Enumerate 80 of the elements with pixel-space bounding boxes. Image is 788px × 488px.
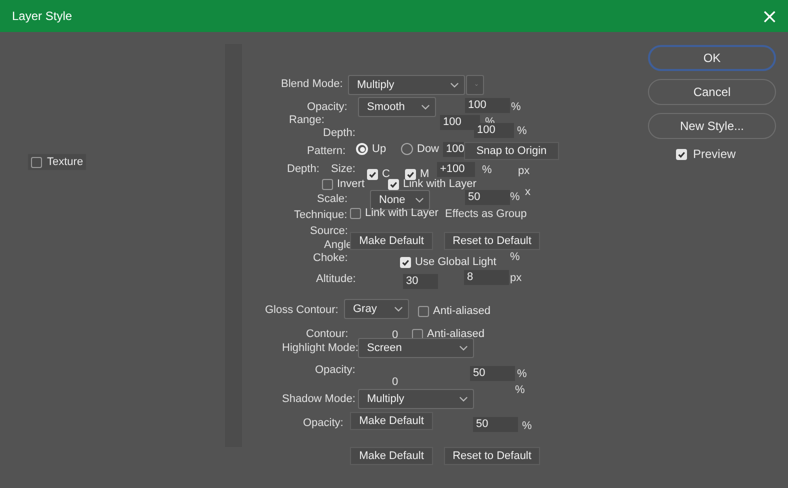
- input-field[interactable]: 30: [403, 274, 438, 289]
- label: Source:: [310, 225, 348, 238]
- button[interactable]: Make Default: [350, 447, 433, 465]
- label: Opacity:: [315, 364, 356, 377]
- checkbox-label: Link with Layer: [403, 178, 476, 190]
- input-field[interactable]: 100: [474, 123, 514, 138]
- checkbox-label: Anti-aliased: [427, 328, 484, 340]
- dropdown[interactable]: Gray: [344, 299, 409, 319]
- label: 0: [392, 376, 398, 389]
- button[interactable]: Make Default: [350, 412, 433, 430]
- label: Altitude:: [316, 273, 356, 286]
- checkbox-label: Anti-aliased: [433, 305, 490, 317]
- checkbox-label: Invert: [337, 178, 365, 190]
- checkbox[interactable]: [31, 156, 42, 168]
- caret-icon: [394, 306, 403, 312]
- label: Choke:: [313, 252, 348, 265]
- label: Opacity:: [303, 417, 344, 430]
- label: Gloss Contour:: [265, 304, 338, 317]
- label: x: [525, 186, 530, 199]
- label: Size:: [331, 163, 356, 176]
- input-field[interactable]: 100: [443, 142, 464, 157]
- close-button[interactable]: ×: [755, 6, 784, 26]
- checkbox[interactable]: [322, 178, 333, 190]
- label: %: [510, 251, 520, 264]
- checkbox-label: M: [420, 168, 430, 180]
- checkbox-label: Use Global Light: [415, 256, 496, 268]
- radio-label: Up: [372, 143, 386, 155]
- caret-icon: [450, 82, 459, 88]
- dropdown[interactable]: [466, 75, 484, 95]
- label: %: [517, 125, 527, 138]
- checkbox-label: Preview: [693, 147, 736, 161]
- dropdown[interactable]: Screen: [358, 338, 474, 358]
- label: %: [482, 164, 492, 177]
- label: %: [510, 191, 520, 204]
- label: Opacity:: [307, 101, 348, 114]
- label: %: [511, 101, 521, 114]
- checkbox-label: Link with Layer: [365, 207, 438, 219]
- radio-button[interactable]: [401, 143, 413, 155]
- input-field[interactable]: 8: [464, 270, 509, 285]
- label: %: [522, 420, 532, 433]
- button[interactable]: Reset to Default: [444, 447, 540, 465]
- label: Depth:: [323, 127, 356, 140]
- button[interactable]: New Style...: [648, 113, 776, 139]
- input-field[interactable]: 100: [465, 98, 510, 113]
- caret-icon: [421, 104, 430, 110]
- label: %: [517, 368, 527, 381]
- button[interactable]: Reset to Default: [444, 232, 540, 250]
- caret-icon: [459, 345, 468, 351]
- caret-icon: [459, 396, 468, 402]
- radio-label: Dow: [417, 143, 440, 155]
- input-field[interactable]: 50: [465, 190, 510, 205]
- label: px: [510, 272, 522, 285]
- input-field[interactable]: 50: [473, 417, 518, 432]
- dropdown[interactable]: Smooth: [358, 97, 436, 117]
- label: Contour:: [306, 328, 348, 341]
- checkbox[interactable]: [418, 306, 429, 316]
- label: Shadow Mode:: [282, 393, 356, 406]
- button[interactable]: Cancel: [648, 79, 776, 105]
- button[interactable]: OK: [648, 45, 776, 71]
- dropdown[interactable]: Multiply: [358, 389, 474, 409]
- label: Technique:: [294, 209, 348, 222]
- dropdown[interactable]: Multiply: [348, 75, 465, 95]
- window-title: Layer Style: [12, 9, 72, 23]
- label: px: [518, 165, 530, 178]
- label: Depth:: [287, 163, 320, 176]
- input-field[interactable]: 50: [470, 366, 515, 381]
- input-field[interactable]: +100: [437, 162, 475, 177]
- button[interactable]: Make Default: [350, 232, 433, 250]
- checkbox-label: Texture: [47, 156, 84, 168]
- button[interactable]: Snap to Origin: [464, 142, 559, 160]
- label: Pattern:: [307, 145, 346, 158]
- label: Blend Mode:: [281, 78, 343, 91]
- label: Effects as Group: [445, 208, 527, 221]
- label: Scale:: [317, 193, 348, 206]
- label: Highlight Mode:: [282, 342, 358, 355]
- label: %: [515, 384, 525, 397]
- checkbox[interactable]: [350, 208, 361, 218]
- checkbox-label: C: [382, 168, 390, 180]
- label: Range:: [289, 114, 324, 127]
- caret-icon: [415, 197, 424, 203]
